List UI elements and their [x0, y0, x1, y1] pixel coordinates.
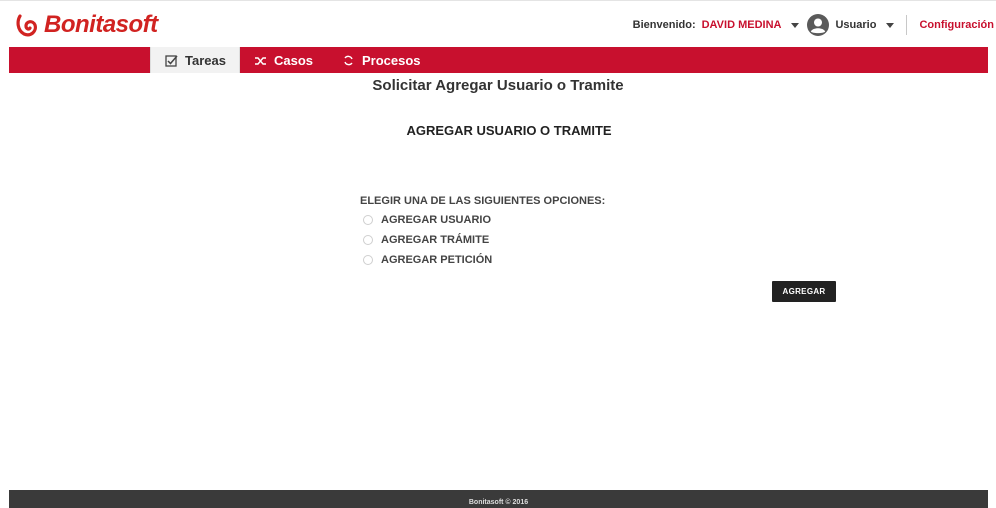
cycle-icon	[342, 54, 355, 67]
tab-tareas[interactable]: Tareas	[150, 47, 240, 73]
option-label: AGREGAR TRÁMITE	[381, 234, 490, 246]
form-title: AGREGAR USUARIO O TRAMITE	[406, 123, 612, 138]
brand-logo[interactable]: Bonitasoft	[14, 8, 158, 42]
user-name-menu[interactable]: DAVID MEDINA	[702, 19, 782, 31]
radio-button[interactable]	[363, 235, 373, 245]
footer: Bonitasoft © 2016	[9, 490, 988, 508]
agregar-button[interactable]: AGREGAR	[772, 281, 836, 302]
bonita-logo-icon	[16, 14, 37, 37]
tab-label: Procesos	[362, 52, 421, 68]
welcome-label: Bienvenido:	[632, 19, 696, 31]
divider	[906, 15, 908, 35]
avatar[interactable]	[807, 14, 830, 36]
top-header: Bonitasoft Bienvenido: DAVID MEDINA Usua…	[0, 0, 996, 46]
page-title: Solicitar Agregar Usuario o Tramite	[372, 77, 624, 94]
tab-label: Tareas	[185, 52, 226, 68]
radio-button[interactable]	[363, 255, 373, 265]
options-question: ELEGIR UNA DE LAS SIGUIENTES OPCIONES:	[360, 195, 606, 207]
chevron-down-icon[interactable]	[791, 22, 800, 28]
option-agregar-peticion[interactable]: AGREGAR PETICIÓN	[363, 254, 492, 266]
option-label: AGREGAR PETICIÓN	[381, 254, 493, 266]
main-nav: Tareas Casos Procesos	[9, 47, 988, 73]
profile-menu[interactable]: Usuario	[835, 19, 876, 31]
checkbox-icon	[165, 54, 178, 67]
user-bar: Bienvenido: DAVID MEDINA Usuario Configu…	[633, 13, 996, 37]
chevron-down-icon[interactable]	[886, 22, 895, 28]
shuffle-icon	[254, 54, 267, 67]
tab-casos[interactable]: Casos	[240, 47, 328, 73]
tab-label: Casos	[274, 52, 314, 68]
option-agregar-usuario[interactable]: AGREGAR USUARIO	[363, 214, 491, 226]
tab-procesos[interactable]: Procesos	[328, 47, 428, 73]
option-label: AGREGAR USUARIO	[381, 214, 492, 226]
option-agregar-tramite[interactable]: AGREGAR TRÁMITE	[363, 234, 489, 246]
brand-name: Bonitasoft	[44, 11, 158, 38]
radio-button[interactable]	[363, 215, 373, 225]
copyright-text: Bonitasoft © 2016	[468, 499, 529, 506]
settings-link[interactable]: Configuración	[919, 19, 994, 31]
